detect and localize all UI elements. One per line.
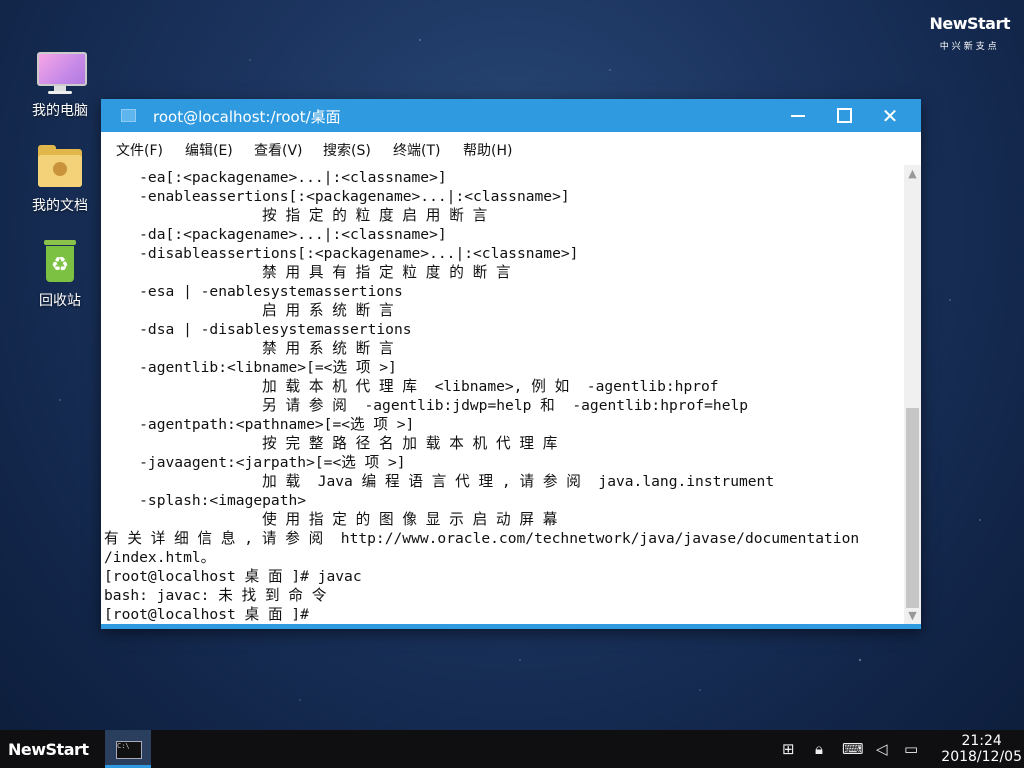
network-icon[interactable]: ⊞ [782, 740, 795, 758]
minimize-icon [791, 114, 805, 117]
desktop-icon-recycle-bin[interactable]: ♻ 回收站 [20, 240, 100, 310]
menu-edit[interactable]: 编辑(E) [185, 140, 233, 160]
close-button[interactable]: ✕ [867, 99, 913, 132]
scroll-down-icon[interactable]: ▼ [907, 610, 918, 621]
recycle-bin-icon: ♻ [34, 240, 86, 286]
window-titlebar[interactable]: root@localhost:/root/桌面 ✕ [101, 99, 921, 132]
menu-view[interactable]: 查看(V) [254, 140, 303, 160]
menu-search[interactable]: 搜索(S) [323, 140, 371, 160]
terminal-icon: C:\ [116, 741, 142, 759]
minimize-button[interactable] [775, 99, 821, 132]
terminal-window[interactable]: root@localhost:/root/桌面 ✕ 文件(F) 编辑(E) 查看… [101, 99, 921, 629]
desktop-icon-documents[interactable]: 我的文档 [20, 145, 100, 215]
maximize-button[interactable] [821, 99, 867, 132]
menubar: 文件(F) 编辑(E) 查看(V) 搜索(S) 终端(T) 帮助(H) [101, 132, 921, 164]
folder-icon [34, 145, 86, 191]
desktop-icon-label: 我的电脑 [32, 103, 88, 119]
lock-icon[interactable]: 🔒︎ [815, 740, 823, 758]
clock-date: 2018/12/05 [941, 749, 1022, 765]
terminal-app-icon [121, 109, 136, 122]
volume-icon[interactable]: ◁ [876, 740, 888, 758]
maximize-icon [836, 108, 852, 123]
desktop-icon-label: 回收站 [39, 293, 81, 309]
vertical-scrollbar[interactable]: ▲ ▼ [904, 165, 921, 624]
brand-logo: NewStart 中兴新支点 [929, 14, 1010, 52]
window-bottom-border [101, 624, 921, 629]
window-title: root@localhost:/root/桌面 [153, 108, 341, 126]
brand-logo-text: NewStart [929, 14, 1010, 33]
menu-file[interactable]: 文件(F) [116, 140, 163, 160]
close-icon: ✕ [881, 103, 899, 128]
display-icon[interactable]: ▭ [904, 740, 918, 758]
brand-subtitle: 中兴新支点 [939, 42, 1000, 52]
terminal-output[interactable]: -ea[:<packagename>...|:<classname>] -ena… [101, 165, 904, 624]
clock[interactable]: 21:24 2018/12/05 [941, 733, 1022, 765]
scrollbar-thumb[interactable] [906, 408, 919, 608]
taskbar-terminal-app[interactable]: C:\ [105, 730, 151, 768]
desktop-icon-label: 我的文档 [32, 198, 88, 214]
computer-icon [34, 50, 87, 96]
terminal-text: -ea[:<packagename>...|:<classname>] -ena… [104, 169, 860, 623]
taskbar: NewStart C:\ ⊞ 🔒︎ ⌨ ◁ ▭ 21:24 2018/12/05 [0, 730, 1024, 768]
start-button[interactable]: NewStart [8, 740, 89, 759]
keyboard-icon[interactable]: ⌨ [842, 740, 864, 758]
clock-time: 21:24 [961, 733, 1002, 749]
menu-terminal[interactable]: 终端(T) [393, 140, 440, 160]
desktop-icon-computer[interactable]: 我的电脑 [20, 50, 100, 120]
menu-help[interactable]: 帮助(H) [463, 140, 512, 160]
scroll-up-icon[interactable]: ▲ [907, 168, 918, 179]
